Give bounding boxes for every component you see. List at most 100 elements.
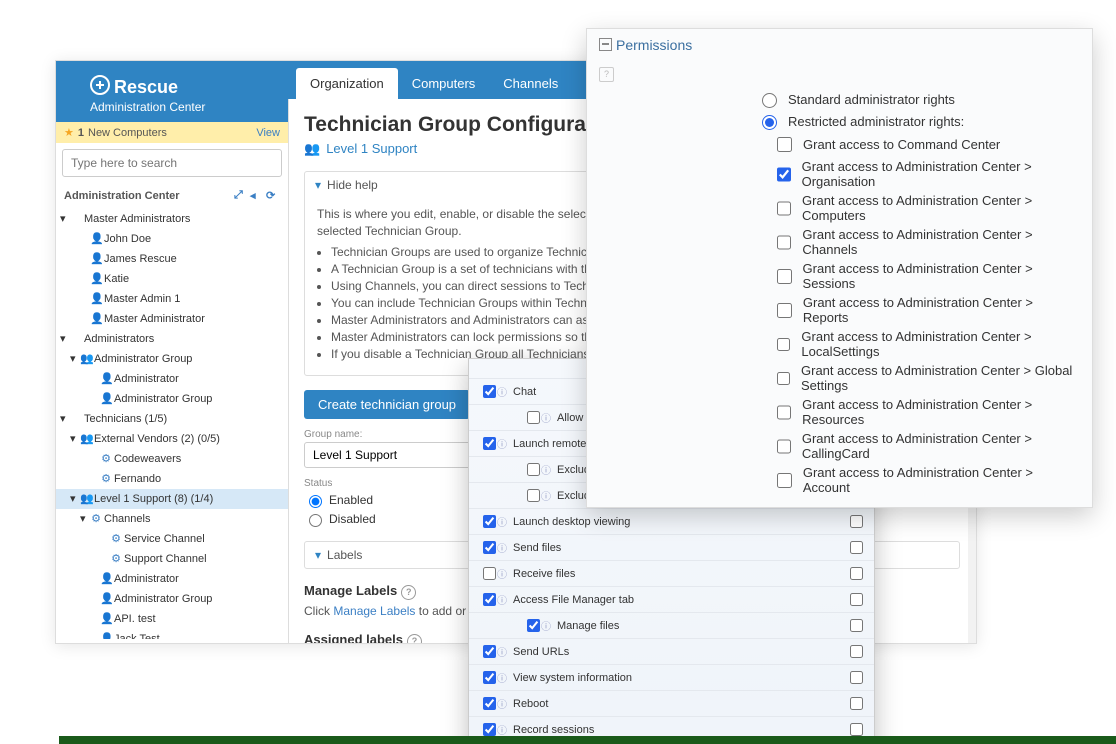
perm-label: Launch desktop viewing	[513, 516, 846, 528]
perm-option-checkbox[interactable]	[777, 371, 790, 386]
tree-refresh-icon[interactable]: ⟳	[266, 189, 280, 203]
info-icon[interactable]: ⓘ	[497, 670, 513, 685]
tree-node[interactable]: ▾Technicians (1/5)	[56, 409, 288, 429]
std-rights-radio[interactable]	[762, 93, 777, 108]
info-icon[interactable]: ⓘ	[497, 540, 513, 555]
tree-node[interactable]: 👤James Rescue	[56, 249, 288, 269]
perm-lock-checkbox[interactable]	[850, 671, 863, 684]
perm-option-checkbox[interactable]	[777, 439, 791, 454]
info-icon[interactable]: ⓘ	[541, 618, 557, 633]
tree-node[interactable]: ⚙Fernando	[56, 469, 288, 489]
search-input[interactable]	[62, 149, 282, 177]
collapse-icon[interactable]	[599, 38, 612, 51]
perm-lock-checkbox[interactable]	[850, 697, 863, 710]
tree-node[interactable]: 👤Administrator Group	[56, 589, 288, 609]
info-icon[interactable]: ⓘ	[497, 644, 513, 659]
perm-lock-checkbox[interactable]	[850, 593, 863, 606]
perm-lock-checkbox[interactable]	[850, 515, 863, 528]
perm-checkbox[interactable]	[483, 567, 496, 580]
perm-option-row: Grant access to Administration Center > …	[587, 361, 1092, 395]
tree-node[interactable]: 👤API. test	[56, 609, 288, 629]
help-icon[interactable]: ?	[407, 634, 422, 643]
perm-option-checkbox[interactable]	[777, 201, 791, 216]
tree-node[interactable]: ▾⚙Channels	[56, 509, 288, 529]
info-icon[interactable]: ⓘ	[497, 722, 513, 737]
perm-lock-checkbox[interactable]	[850, 723, 863, 736]
perm-checkbox[interactable]	[483, 671, 496, 684]
perm-option-label: Grant access to Administration Center > …	[802, 193, 1080, 223]
perm-checkbox[interactable]	[483, 645, 496, 658]
info-icon[interactable]: ⓘ	[497, 696, 513, 711]
perm-checkbox[interactable]	[483, 697, 496, 710]
perm-option-checkbox[interactable]	[777, 303, 792, 318]
perm-option-checkbox[interactable]	[777, 337, 790, 352]
tree-node[interactable]: 👤Administrator	[56, 369, 288, 389]
perm-lock-checkbox[interactable]	[850, 619, 863, 632]
perm-option-checkbox[interactable]	[777, 235, 791, 250]
perm-row: ⓘLaunch desktop viewing	[469, 508, 874, 534]
info-icon[interactable]: ⓘ	[497, 592, 513, 607]
perm-checkbox[interactable]	[527, 463, 540, 476]
notif-view-link[interactable]: View	[256, 127, 280, 139]
tree-node[interactable]: 👤Administrator Group	[56, 389, 288, 409]
status-enabled-label: Enabled	[329, 493, 373, 507]
perm-lock-checkbox[interactable]	[850, 645, 863, 658]
tree-node[interactable]: 👤Jack Test	[56, 629, 288, 639]
tree-expand-icon[interactable]: ⤢	[234, 189, 248, 203]
tab-organization[interactable]: Organization	[296, 68, 398, 99]
restricted-rights-radio[interactable]	[762, 115, 777, 130]
tab-computers[interactable]: Computers	[398, 68, 490, 99]
perm-checkbox[interactable]	[483, 593, 496, 606]
perm-option-checkbox[interactable]	[777, 269, 792, 284]
tree-node[interactable]: ⚙Service Channel	[56, 529, 288, 549]
tree-node[interactable]: ▾👥Administrator Group	[56, 349, 288, 369]
org-tree[interactable]: ▾Master Administrators👤John Doe👤James Re…	[56, 209, 288, 639]
tree-node[interactable]: ▾Administrators	[56, 329, 288, 349]
perm-checkbox[interactable]	[527, 619, 540, 632]
status-disabled-label: Disabled	[329, 512, 376, 526]
perm-lock-checkbox[interactable]	[850, 541, 863, 554]
tree-node[interactable]: 👤Administrator	[56, 569, 288, 589]
perm-option-checkbox[interactable]	[777, 405, 791, 420]
info-icon[interactable]: ⓘ	[497, 384, 513, 399]
tab-channels[interactable]: Channels	[489, 68, 572, 99]
perm-lock-checkbox[interactable]	[850, 567, 863, 580]
perm-checkbox[interactable]	[483, 385, 496, 398]
status-disabled-radio[interactable]	[309, 514, 322, 527]
perm-label: Send files	[513, 542, 846, 554]
info-icon[interactable]: ⓘ	[497, 514, 513, 529]
notification-bar[interactable]: ★ 1 New Computers View	[56, 122, 288, 143]
product-sub: Administration Center	[90, 100, 280, 114]
tree-collapse-icon[interactable]: ◂	[250, 189, 264, 203]
tree-node[interactable]: 👤Master Administrator	[56, 309, 288, 329]
tree-node[interactable]: ▾👥Level 1 Support (8) (1/4)	[56, 489, 288, 509]
tree-node[interactable]: ⚙Codeweavers	[56, 449, 288, 469]
perm-checkbox[interactable]	[483, 541, 496, 554]
info-icon[interactable]: ⓘ	[497, 436, 513, 451]
perm-label: Send URLs	[513, 646, 846, 658]
create-group-button[interactable]: Create technician group	[304, 390, 470, 419]
info-icon[interactable]: ⓘ	[541, 488, 557, 503]
perm-option-checkbox[interactable]	[777, 167, 791, 182]
tree-node[interactable]: ▾Master Administrators	[56, 209, 288, 229]
info-icon[interactable]: ⓘ	[541, 410, 557, 425]
perm-checkbox[interactable]	[527, 411, 540, 424]
permissions-title[interactable]: Permissions	[587, 29, 1092, 61]
tree-node[interactable]: ▾👥External Vendors (2) (0/5)	[56, 429, 288, 449]
tree-node[interactable]: 👤Master Admin 1	[56, 289, 288, 309]
perm-checkbox[interactable]	[527, 489, 540, 502]
status-enabled-radio[interactable]	[309, 495, 322, 508]
tree-node[interactable]: 👤John Doe	[56, 229, 288, 249]
manage-labels-link[interactable]: Manage Labels	[333, 604, 415, 618]
tree-node[interactable]: 👤Katie	[56, 269, 288, 289]
perm-checkbox[interactable]	[483, 437, 496, 450]
info-icon[interactable]: ⓘ	[541, 462, 557, 477]
perm-option-checkbox[interactable]	[777, 473, 792, 488]
perm-option-checkbox[interactable]	[777, 137, 792, 152]
help-icon[interactable]: ?	[599, 67, 614, 82]
perm-checkbox[interactable]	[483, 515, 496, 528]
tree-node[interactable]: ⚙Support Channel	[56, 549, 288, 569]
help-icon[interactable]: ?	[401, 585, 416, 600]
info-icon[interactable]: ⓘ	[497, 566, 513, 581]
perm-checkbox[interactable]	[483, 723, 496, 736]
